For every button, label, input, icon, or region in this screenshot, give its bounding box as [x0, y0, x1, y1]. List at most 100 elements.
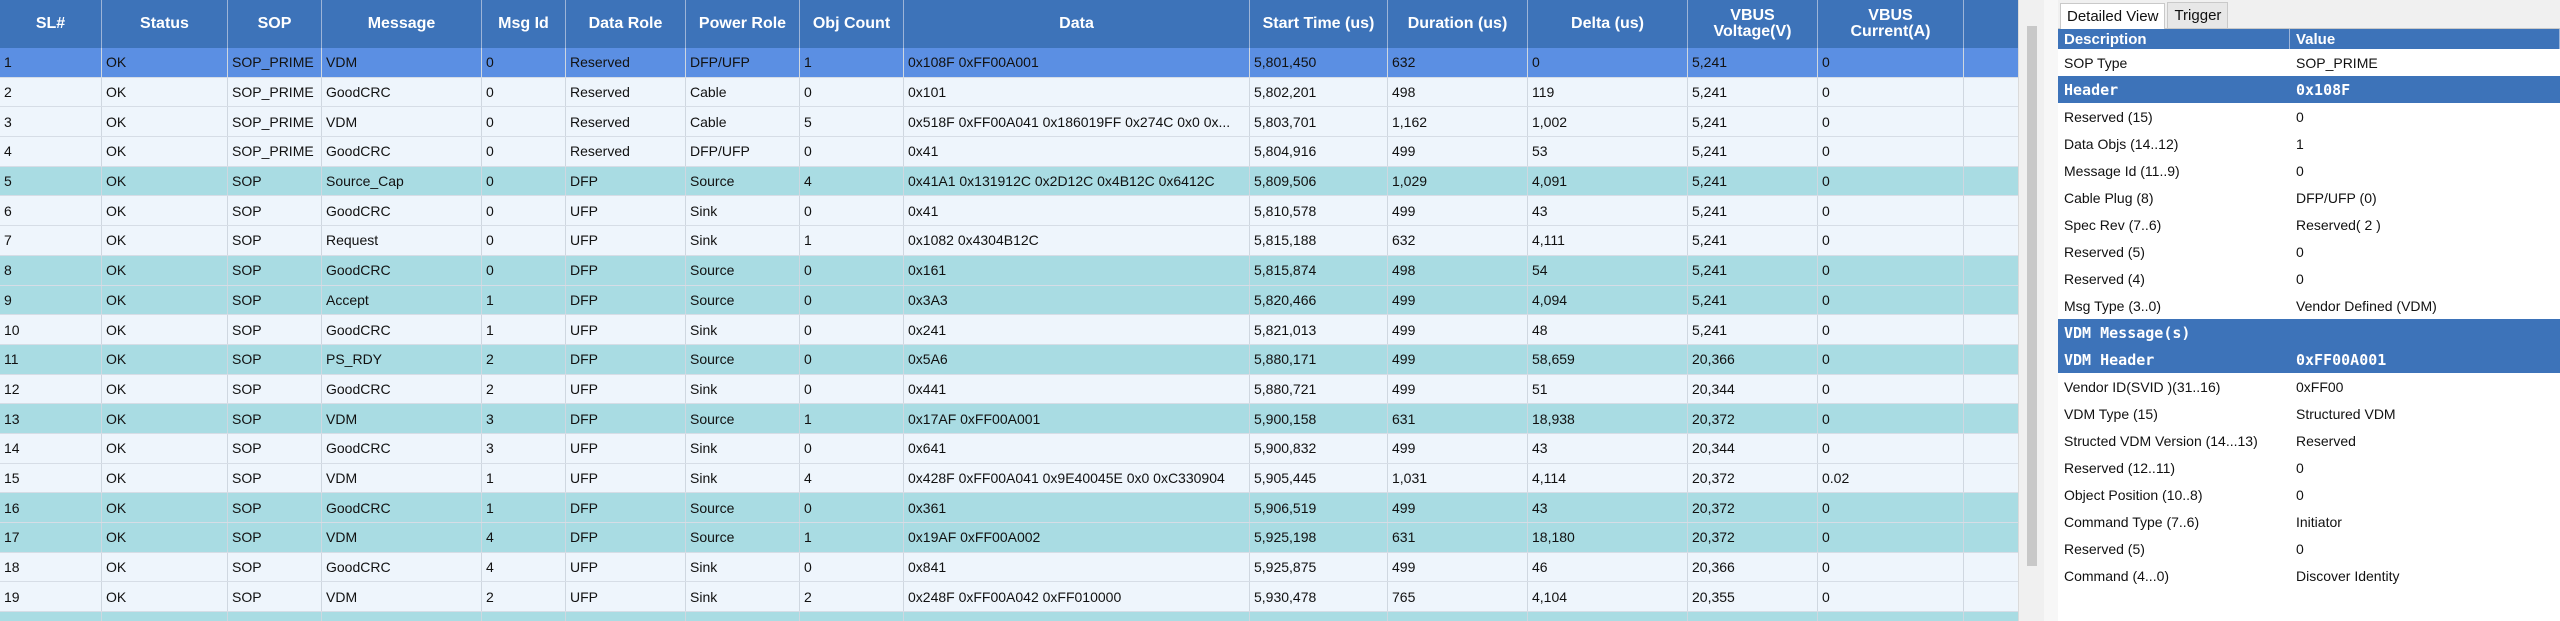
table-row[interactable]: 10 OK SOP GoodCRC 1 UFP Sink 0 0x241 5,821,013 499… [0, 315, 2018, 345]
column-header-objcount[interactable]: Obj Count [800, 0, 904, 48]
cell-delta: 54 [1528, 255, 1688, 285]
cell-datarole: Reserved [566, 77, 686, 107]
scrollbar-thumb[interactable] [2027, 26, 2037, 566]
table-row[interactable]: 5 OK SOP Source_Cap 0 DFP Source 4 0x41A1 0x1319… [0, 166, 2018, 197]
cell-delta: 4,104 [1528, 582, 1688, 612]
column-header-vbusi[interactable]: VBUS Current(A) [1818, 0, 1964, 48]
cell-message: VDM [322, 463, 482, 493]
tab-trigger[interactable]: Trigger [2167, 2, 2229, 28]
cell-vbusi: 0.02 [1818, 463, 1964, 493]
table-row[interactable]: 6 OK SOP GoodCRC 0 UFP Sink 0 0x41 5,810,578 499 43… [0, 196, 2018, 227]
detail-value: 0xFF00 [2296, 378, 2344, 395]
cell-vbusi: 0 [1818, 226, 1964, 255]
cell-sl: 18 [0, 552, 102, 582]
cell-powerrole: Source [686, 493, 800, 522]
cell-vbusi: 0 [1818, 493, 1964, 522]
cell-duration: 499 [1388, 612, 1528, 621]
column-header-status[interactable]: Status [102, 0, 228, 48]
detail-row[interactable]: SOP Type SOP_PRIME [2058, 49, 2560, 76]
column-header-msgid[interactable]: Msg Id [482, 0, 566, 48]
detail-section-row[interactable]: VDM Header 0xFF00A001 [2058, 346, 2560, 373]
detail-row[interactable]: VDM Type (15) Structured VDM [2058, 400, 2560, 427]
cell-vbusi: 0 [1818, 48, 1964, 77]
cell-vbusv: 5,241 [1688, 255, 1818, 285]
cell-msgid: 2 [482, 612, 566, 621]
detail-row[interactable]: Cable Plug (8) DFP/UFP (0) [2058, 184, 2560, 211]
cell-data: 0x248F 0xFF00A042 0xFF010000 [904, 582, 1250, 612]
column-header-message[interactable]: Message [322, 0, 482, 48]
column-header-sl[interactable]: SL# [0, 0, 102, 48]
detail-description: Header [2064, 80, 2119, 99]
detail-section-row[interactable]: Header 0x108F [2058, 76, 2560, 103]
detail-row[interactable]: Vendor ID(SVID )(31..16) 0xFF00 [2058, 373, 2560, 400]
tab-detailed-view[interactable]: Detailed View [2060, 3, 2166, 29]
vertical-scrollbar[interactable] [2018, 0, 2045, 621]
column-header-start[interactable]: Start Time (us) [1250, 0, 1388, 48]
cell-data: 0x161 [904, 255, 1250, 285]
table-row[interactable]: 18 OK SOP GoodCRC 4 UFP Sink 0 0x841 5,925,875 499… [0, 552, 2018, 583]
table-row[interactable]: 1 OK SOP_PRIME VDM 0 Reserved DFP/UFP 1 0x108F 0… [0, 48, 2018, 78]
detail-row[interactable]: Reserved (4) 0 [2058, 265, 2560, 292]
table-row[interactable]: 20OKSOPGoodCRC2DFPSource00x5615,931,2304… [0, 612, 2018, 621]
detail-row[interactable]: Structed VDM Version (14...13) Reserved [2058, 427, 2560, 454]
cell-message: PS_RDY [322, 344, 482, 374]
cell-powerrole: Cable [686, 77, 800, 107]
table-row[interactable]: 8 OK SOP GoodCRC 0 DFP Source 0 0x161 5,815,874 49… [0, 255, 2018, 286]
detail-row[interactable]: Object Position (10..8) 0 [2058, 481, 2560, 508]
table-row[interactable]: 9 OK SOP Accept 1 DFP Source 0 0x3A3 5,820,466 499… [0, 285, 2018, 316]
column-header-powerrole[interactable]: Power Role [686, 0, 800, 48]
cell-vbusi: 0 [1818, 255, 1964, 285]
table-row[interactable]: 7 OK SOP Request 0 UFP Sink 1 0x1082 0x4304B12C 5… [0, 226, 2018, 256]
cell-msgid: 3 [482, 404, 566, 433]
column-header-delta[interactable]: Delta (us) [1528, 0, 1688, 48]
cell-msgid: 2 [482, 374, 566, 404]
column-header-sop[interactable]: SOP [228, 0, 322, 48]
cell-datarole: UFP [566, 226, 686, 255]
column-header-duration[interactable]: Duration (us) [1388, 0, 1528, 48]
cell-powerrole: Sink [686, 463, 800, 493]
column-header-vbusv[interactable]: VBUS Voltage(V) [1688, 0, 1818, 48]
cell-powerrole: Sink [686, 552, 800, 582]
detail-row[interactable]: Msg Type (3..0) Vendor Defined (VDM) [2058, 292, 2560, 319]
detail-body: SOP Type SOP_PRIME Header 0x108F Reserved (1… [2058, 49, 2560, 589]
column-header-data[interactable]: Data [904, 0, 1250, 48]
cell-vbusv: 20,344 [1688, 433, 1818, 463]
detail-row[interactable]: Reserved (15) 0 [2058, 103, 2560, 130]
table-row[interactable]: 16 OK SOP GoodCRC 1 DFP Source 0 0x361 5,906,519 4… [0, 493, 2018, 523]
detail-row[interactable]: Data Objs (14..12) 1 [2058, 130, 2560, 157]
detail-row[interactable]: Command (4...0) Discover Identity [2058, 562, 2560, 589]
detail-row[interactable]: Reserved (5) 0 [2058, 238, 2560, 265]
table-row[interactable]: 12 OK SOP GoodCRC 2 UFP Sink 0 0x441 5,880,721 499… [0, 374, 2018, 405]
table-row[interactable]: 2 OK SOP_PRIME GoodCRC 0 Reserved Cable 0 0x101 5… [0, 77, 2018, 108]
cell-sl: 5 [0, 166, 102, 196]
cell-start: 5,931,230 [1250, 612, 1388, 621]
detail-value: 1 [2296, 135, 2304, 152]
table-row[interactable]: 14 OK SOP GoodCRC 3 UFP Sink 0 0x641 5,900,832 499… [0, 433, 2018, 464]
cell-start: 5,905,445 [1250, 463, 1388, 493]
detail-section-row[interactable]: VDM Message(s) [2058, 319, 2560, 346]
cell-status: OK [102, 374, 228, 404]
detail-row[interactable]: Reserved (12..11) 0 [2058, 454, 2560, 481]
cell-vbusi: 0 [1818, 166, 1964, 196]
cell-delta: 18,180 [1528, 523, 1688, 552]
detail-row[interactable]: Spec Rev (7..6) Reserved( 2 ) [2058, 211, 2560, 238]
cell-datarole: UFP [566, 463, 686, 493]
detail-row[interactable]: Reserved (5) 0 [2058, 535, 2560, 562]
table-row[interactable]: 4 OK SOP_PRIME GoodCRC 0 Reserved DFP/UFP 0 0x41… [0, 137, 2018, 167]
cell-vbusi: 0 [1818, 315, 1964, 344]
table-row[interactable]: 3 OK SOP_PRIME VDM 0 Reserved Cable 5 0x518F 0xF… [0, 107, 2018, 138]
detail-value: 0 [2296, 162, 2304, 179]
table-row[interactable]: 13 OK SOP VDM 3 DFP Source 1 0x17AF 0xFF00A001 5,… [0, 404, 2018, 434]
table-row[interactable]: 15 OK SOP VDM 1 UFP Sink 4 0x428F 0xFF00A041 0x9… [0, 463, 2018, 494]
splitter[interactable] [2044, 0, 2058, 621]
cell-vbusi: 0 [1818, 196, 1964, 226]
column-header-datarole[interactable]: Data Role [566, 0, 686, 48]
table-row[interactable]: 17 OK SOP VDM 4 DFP Source 1 0x19AF 0xFF00A002 5,… [0, 523, 2018, 553]
detail-row[interactable]: Command Type (7..6) Initiator [2058, 508, 2560, 535]
detail-value: 0 [2296, 270, 2304, 287]
table-row[interactable]: 19 OK SOP VDM 2 UFP Sink 2 0x248F 0xFF00A042 0xF… [0, 582, 2018, 613]
table-row[interactable]: 11 OK SOP PS_RDY 2 DFP Source 0 0x5A6 5,880,171 49… [0, 344, 2018, 375]
cell-status: OK [102, 523, 228, 552]
detail-row[interactable]: Message Id (11..9) 0 [2058, 157, 2560, 184]
cell-msgid: 4 [482, 523, 566, 552]
